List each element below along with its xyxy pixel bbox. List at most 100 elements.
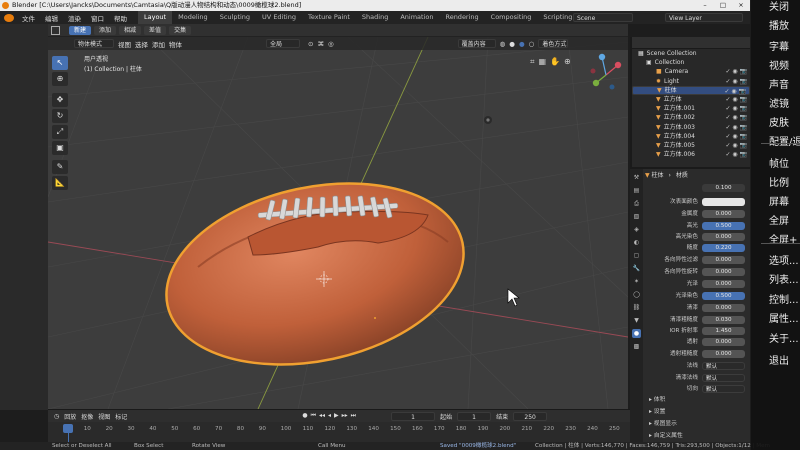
- side-menu-item[interactable]: 屏幕: [769, 193, 789, 208]
- visibility-icons[interactable]: ✓ ◉ 📷: [725, 132, 747, 141]
- modifier-tab-icon[interactable]: 🔧: [632, 264, 641, 273]
- blender-menu-icon[interactable]: [4, 13, 14, 22]
- panel-custom-properties[interactable]: ▸ 自定义属性: [645, 432, 750, 440]
- jump-end-icon[interactable]: ⏭: [351, 412, 356, 420]
- prop-value-field[interactable]: 0.000: [702, 350, 745, 358]
- prop-value-field[interactable]: 默认: [702, 374, 745, 382]
- outliner-scene-collection[interactable]: ▦ Scene Collection: [632, 49, 750, 58]
- menu-edit[interactable]: 编辑: [40, 13, 63, 23]
- maximize-button[interactable]: □: [714, 0, 732, 11]
- outliner-collection[interactable]: ▣ Collection: [632, 58, 750, 67]
- tool-tab-icon[interactable]: ⚒: [632, 173, 641, 182]
- prop-value-field[interactable]: 1.450: [702, 327, 745, 335]
- tab-uv-editing[interactable]: UV Editing: [256, 11, 302, 24]
- current-frame-field[interactable]: 1: [391, 411, 436, 421]
- navigation-gizmo[interactable]: [590, 53, 622, 90]
- menu-marker[interactable]: 标记: [115, 412, 127, 421]
- visibility-icons[interactable]: ✓ ◉ 📷: [725, 67, 747, 76]
- boolean-subtract-button[interactable]: 相减: [119, 25, 142, 35]
- material-tab-icon[interactable]: ●: [632, 329, 641, 338]
- outliner-item-light[interactable]: ✹ Light ✓ ◉ 📷: [632, 77, 750, 86]
- visibility-icons[interactable]: ✓ ◉ 📷: [725, 150, 747, 159]
- output-tab-icon[interactable]: ⎙: [632, 199, 641, 208]
- side-menu-item[interactable]: 全屏: [769, 212, 789, 227]
- prev-key-icon[interactable]: ◂◂: [319, 412, 325, 420]
- close-window-button[interactable]: ×: [732, 0, 750, 11]
- prop-value-field[interactable]: 0.000: [702, 280, 745, 288]
- shading-wire-icon[interactable]: ◍: [500, 40, 506, 48]
- outliner-item-cube-002[interactable]: ▼ 立方体.002 ✓ ◉ 📷: [632, 113, 750, 122]
- light-object[interactable]: [484, 116, 492, 124]
- pan-hand-icon[interactable]: ✋: [550, 57, 560, 67]
- annotate-tool-icon[interactable]: ✎: [52, 160, 68, 174]
- menu-add[interactable]: 添加: [152, 39, 165, 49]
- visibility-icons[interactable]: ✓ ◉ 📷: [725, 141, 747, 150]
- render-tab-icon[interactable]: ▤: [632, 186, 641, 195]
- outliner-item-cube-003[interactable]: ▼ 立方体.003 ✓ ◉ 📷: [632, 123, 750, 132]
- visibility-icons[interactable]: ✓ ◉ 📷: [725, 123, 747, 132]
- orientation-selector[interactable]: 全局: [266, 39, 300, 48]
- side-menu-item[interactable]: 退出: [769, 352, 789, 367]
- tab-texture-paint[interactable]: Texture Paint: [302, 11, 356, 24]
- prop-value-field[interactable]: 0.500: [702, 292, 745, 300]
- texture-tab-icon[interactable]: ▩: [632, 342, 641, 351]
- rotate-tool-icon[interactable]: ↻: [52, 109, 68, 123]
- side-menu-item[interactable]: 属性...: [769, 310, 799, 325]
- minimize-button[interactable]: –: [696, 0, 714, 11]
- side-menu-item[interactable]: 配置/退: [769, 133, 800, 148]
- prop-value-field[interactable]: 0.000: [702, 268, 745, 276]
- boolean-add-button[interactable]: 添加: [94, 25, 117, 35]
- side-menu-item[interactable]: 皮肤: [769, 114, 789, 129]
- football-object[interactable]: [148, 156, 482, 391]
- shading-solid-icon[interactable]: ●: [509, 40, 515, 48]
- menu-keying[interactable]: 抠像: [81, 412, 93, 421]
- prop-top-value[interactable]: 0.100: [645, 184, 750, 192]
- menu-help[interactable]: 帮助: [109, 13, 132, 23]
- timeline-ruler[interactable]: 1102030405060708090100110120130140150160…: [48, 424, 630, 443]
- side-menu-item[interactable]: 字幕: [769, 38, 789, 53]
- outliner-item-cube-005[interactable]: ▼ 立方体.005 ✓ ◉ 📷: [632, 141, 750, 150]
- prop-value-field[interactable]: 0.000: [702, 304, 745, 312]
- scene-tab-icon[interactable]: ◈: [632, 225, 641, 234]
- cursor-tool-icon[interactable]: ⊕: [52, 72, 68, 86]
- side-menu-item[interactable]: 列表...: [769, 271, 799, 286]
- tab-modeling[interactable]: Modeling: [172, 11, 214, 24]
- particles-tab-icon[interactable]: ✶: [632, 277, 641, 286]
- panel-settings[interactable]: ▸ 设置: [645, 408, 750, 416]
- next-key-icon[interactable]: ▸▸: [342, 412, 348, 420]
- tab-compositing[interactable]: Compositing: [485, 11, 538, 24]
- visibility-icons[interactable]: ✓ ◉ 📷: [725, 113, 747, 122]
- camera-view-icon[interactable]: ⌗: [530, 57, 535, 67]
- side-menu-item[interactable]: 滤镜: [769, 95, 789, 110]
- world-tab-icon[interactable]: ◐: [632, 238, 641, 247]
- view-layer-selector[interactable]: View Layer: [665, 13, 743, 22]
- select-tool-icon[interactable]: ↖: [52, 56, 68, 70]
- visibility-icons[interactable]: ✓ ◉ 📷: [725, 95, 747, 104]
- prop-value-field[interactable]: 默认: [702, 362, 745, 370]
- end-frame-field[interactable]: 250: [513, 411, 548, 421]
- outliner-item-cube[interactable]: ▼ 立方体 ✓ ◉ 📷: [632, 95, 750, 104]
- panel-viewport-display[interactable]: ▸ 视图显示: [645, 420, 750, 428]
- play-reverse-icon[interactable]: ◂: [328, 412, 331, 420]
- shading-material-icon[interactable]: ●: [519, 40, 525, 48]
- menu-view[interactable]: 视图: [118, 39, 131, 49]
- boolean-difference-button[interactable]: 差值: [144, 25, 167, 35]
- side-menu-item[interactable]: 关于...: [769, 330, 799, 345]
- prop-value-field[interactable]: 0.030: [702, 316, 745, 324]
- prop-value-field[interactable]: 0.000: [702, 210, 745, 218]
- outliner-item-camera[interactable]: ■ Camera ✓ ◉ 📷: [632, 67, 750, 76]
- prop-value-field[interactable]: 0.500: [702, 222, 745, 230]
- menu-object[interactable]: 物体: [169, 39, 182, 49]
- menu-window[interactable]: 窗口: [86, 13, 109, 23]
- pivot-icon[interactable]: ⊙: [308, 40, 313, 48]
- tab-layout[interactable]: Layout: [138, 11, 173, 24]
- overlay-dropdown[interactable]: 覆盖内容: [457, 39, 496, 48]
- shading-render-icon[interactable]: ○: [529, 40, 535, 48]
- prop-value-field[interactable]: [702, 198, 745, 206]
- side-menu-item[interactable]: 帧位: [769, 155, 789, 170]
- select-mode-icon[interactable]: [51, 25, 60, 35]
- outliner-item-cube-001[interactable]: ▼ 立方体.001 ✓ ◉ 📷: [632, 104, 750, 113]
- constraints-tab-icon[interactable]: ⛓: [632, 303, 641, 312]
- tab-animation[interactable]: Animation: [394, 11, 439, 24]
- side-menu-item[interactable]: 关闭: [769, 0, 789, 13]
